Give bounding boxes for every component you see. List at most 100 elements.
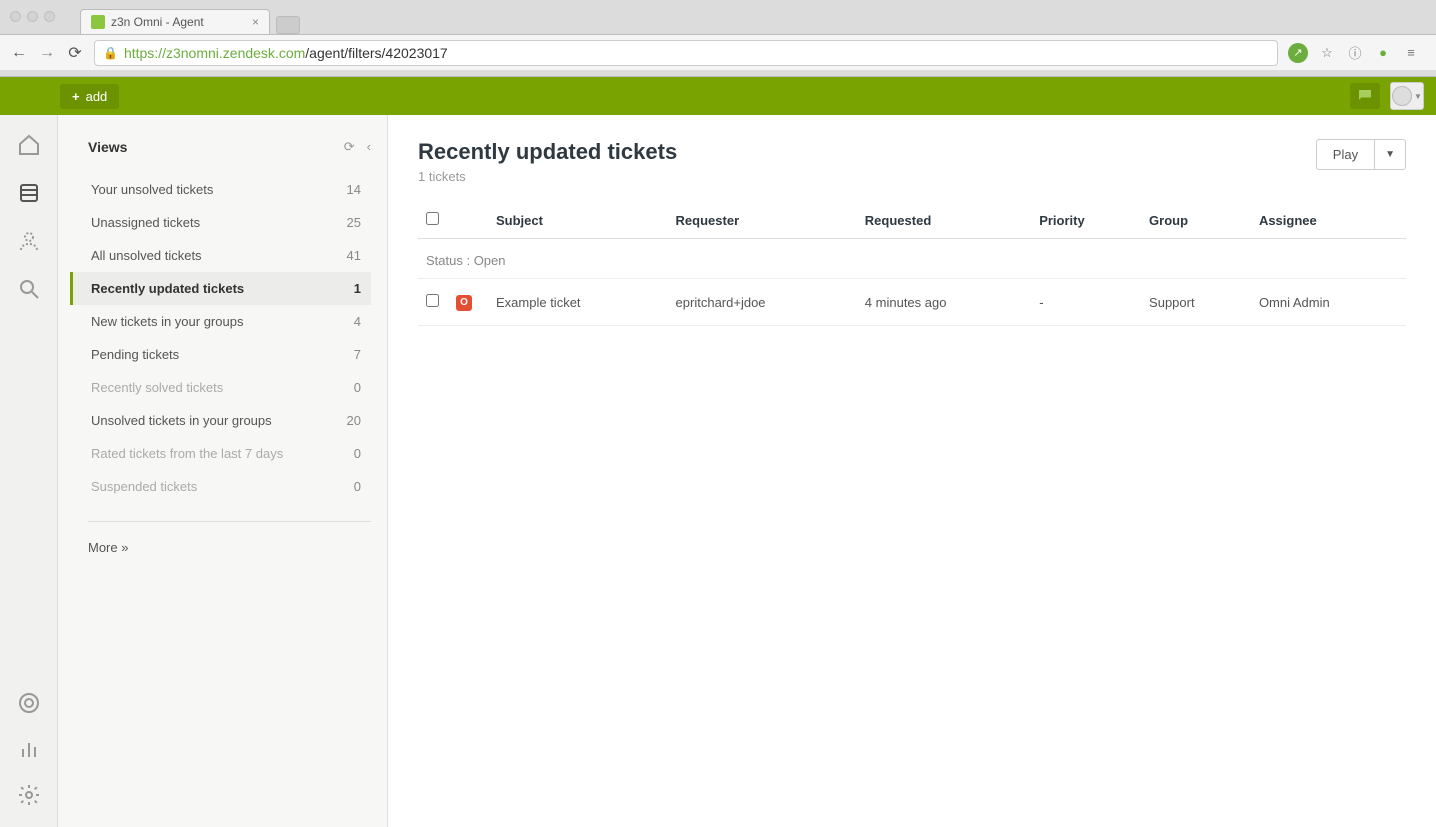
col-status — [448, 202, 488, 239]
row-priority: - — [1031, 279, 1141, 326]
add-button-label: add — [86, 89, 108, 104]
collapse-icon[interactable]: ‹ — [367, 139, 371, 155]
table-header: Subject Requester Requested Priority Gro… — [418, 202, 1406, 239]
title-block: Recently updated tickets 1 tickets — [418, 139, 677, 184]
col-group[interactable]: Group — [1141, 202, 1251, 239]
view-item[interactable]: Rated tickets from the last 7 days0 — [70, 437, 371, 470]
col-subject[interactable]: Subject — [488, 202, 668, 239]
url-host: ://z3nomni.zendesk.com — [154, 45, 305, 61]
addr-right-icons: ↗ ☆ ⓘ ● ≡ — [1288, 43, 1426, 63]
views-divider — [88, 521, 371, 522]
plus-icon: + — [72, 89, 80, 104]
lock-icon: 🔒 — [103, 46, 118, 60]
col-assignee[interactable]: Assignee — [1251, 202, 1406, 239]
view-item[interactable]: New tickets in your groups4 — [70, 305, 371, 338]
view-item[interactable]: All unsolved tickets 41 — [70, 239, 371, 272]
table-body: Status : Open OExample ticketepritchard+… — [418, 239, 1406, 326]
window-close-dot[interactable] — [10, 11, 21, 22]
view-item[interactable]: Recently solved tickets0 — [70, 371, 371, 404]
view-item-label: All unsolved tickets — [91, 248, 202, 263]
refresh-icon[interactable]: ⟳ — [344, 139, 355, 155]
forward-button[interactable]: → — [38, 44, 56, 62]
views-icon[interactable] — [17, 181, 41, 205]
view-item-label: Rated tickets from the last 7 days — [91, 446, 283, 461]
app-body: Views ⟳ ‹ Your unsolved tickets14Unassig… — [0, 115, 1436, 827]
window-maximize-dot[interactable] — [44, 11, 55, 22]
page-title: Recently updated tickets — [418, 139, 677, 165]
search-icon[interactable] — [17, 277, 41, 301]
col-requester[interactable]: Requester — [668, 202, 857, 239]
view-item-label: Unassigned tickets — [91, 215, 200, 230]
row-status-cell: O — [448, 279, 488, 326]
tab-title: z3n Omni - Agent — [111, 15, 204, 29]
view-item[interactable]: Pending tickets 7 — [70, 338, 371, 371]
row-requested: 4 minutes ago — [857, 279, 1031, 326]
back-button[interactable]: ← — [10, 44, 28, 62]
view-item-label: Recently solved tickets — [91, 380, 223, 395]
ticket-count: 1 tickets — [418, 169, 677, 184]
view-item-label: Pending tickets — [91, 347, 179, 362]
extension-badge-icon[interactable]: ↗ — [1288, 43, 1308, 63]
info-icon[interactable]: ⓘ — [1346, 44, 1364, 62]
more-views-link[interactable]: More » — [88, 540, 371, 555]
play-button-group: Play ▼ — [1316, 139, 1406, 170]
status-group-label: Status : Open — [418, 239, 1406, 279]
col-priority[interactable]: Priority — [1031, 202, 1141, 239]
add-button[interactable]: + add — [60, 84, 119, 109]
topbar-right: ▼ — [1350, 82, 1424, 110]
address-bar-row: ← → ⟳ 🔒 https ://z3nomni.zendesk.com /ag… — [0, 34, 1436, 70]
views-sidebar: Views ⟳ ‹ Your unsolved tickets14Unassig… — [58, 115, 388, 827]
row-checkbox[interactable] — [426, 294, 439, 307]
select-all-checkbox[interactable] — [426, 212, 439, 225]
view-item-count: 20 — [347, 413, 361, 428]
view-list: Your unsolved tickets14Unassigned ticket… — [88, 173, 371, 503]
main-content: Recently updated tickets 1 tickets Play … — [388, 115, 1436, 827]
user-avatar-menu[interactable]: ▼ — [1390, 82, 1424, 110]
col-checkbox — [418, 202, 448, 239]
view-item[interactable]: Recently updated tickets1 — [70, 272, 371, 305]
ticket-table: Subject Requester Requested Priority Gro… — [418, 202, 1406, 326]
rail-bottom — [17, 691, 41, 827]
view-item-count: 7 — [354, 347, 361, 362]
view-item-label: New tickets in your groups — [91, 314, 243, 329]
view-item-label: Unsolved tickets in your groups — [91, 413, 272, 428]
tab-close-icon[interactable]: × — [252, 15, 259, 29]
reload-button[interactable]: ⟳ — [66, 43, 84, 63]
customers-icon[interactable] — [17, 229, 41, 253]
table-row[interactable]: OExample ticketepritchard+jdoe4 minutes … — [418, 279, 1406, 326]
avatar-icon — [1392, 86, 1412, 106]
chat-icon[interactable] — [1350, 83, 1380, 109]
settings-icon[interactable] — [17, 783, 41, 807]
bookmark-star-icon[interactable]: ☆ — [1318, 44, 1336, 62]
view-item-count: 14 — [347, 182, 361, 197]
address-bar[interactable]: 🔒 https ://z3nomni.zendesk.com /agent/fi… — [94, 40, 1278, 66]
reports-icon[interactable] — [17, 737, 41, 761]
views-title: Views — [88, 139, 127, 155]
row-group: Support — [1141, 279, 1251, 326]
extension-dot-icon[interactable]: ● — [1374, 44, 1392, 62]
status-badge: O — [456, 295, 472, 311]
view-item[interactable]: Suspended tickets0 — [70, 470, 371, 503]
view-item[interactable]: Your unsolved tickets14 — [70, 173, 371, 206]
browser-menu-icon[interactable]: ≡ — [1402, 44, 1420, 62]
play-button[interactable]: Play — [1316, 139, 1375, 170]
browser-tab[interactable]: z3n Omni - Agent × — [80, 9, 270, 34]
home-icon[interactable] — [17, 133, 41, 157]
apps-icon[interactable] — [17, 691, 41, 715]
row-checkbox-cell — [418, 279, 448, 326]
view-item[interactable]: Unassigned tickets 25 — [70, 206, 371, 239]
views-header-icons: ⟳ ‹ — [344, 139, 371, 155]
view-item-count: 1 — [354, 281, 361, 296]
col-requested[interactable]: Requested — [857, 202, 1031, 239]
play-dropdown-button[interactable]: ▼ — [1375, 139, 1406, 170]
new-tab-button[interactable] — [276, 16, 300, 34]
url-path: /agent/filters/42023017 — [305, 45, 447, 61]
browser-chrome: z3n Omni - Agent × ← → ⟳ 🔒 https ://z3no… — [0, 0, 1436, 77]
caret-down-icon: ▼ — [1414, 92, 1422, 101]
view-item[interactable]: Unsolved tickets in your groups 20 — [70, 404, 371, 437]
view-item-count: 25 — [347, 215, 361, 230]
views-header: Views ⟳ ‹ — [88, 139, 371, 155]
view-item-count: 41 — [347, 248, 361, 263]
app-topbar: + add ▼ — [0, 77, 1436, 115]
window-minimize-dot[interactable] — [27, 11, 38, 22]
